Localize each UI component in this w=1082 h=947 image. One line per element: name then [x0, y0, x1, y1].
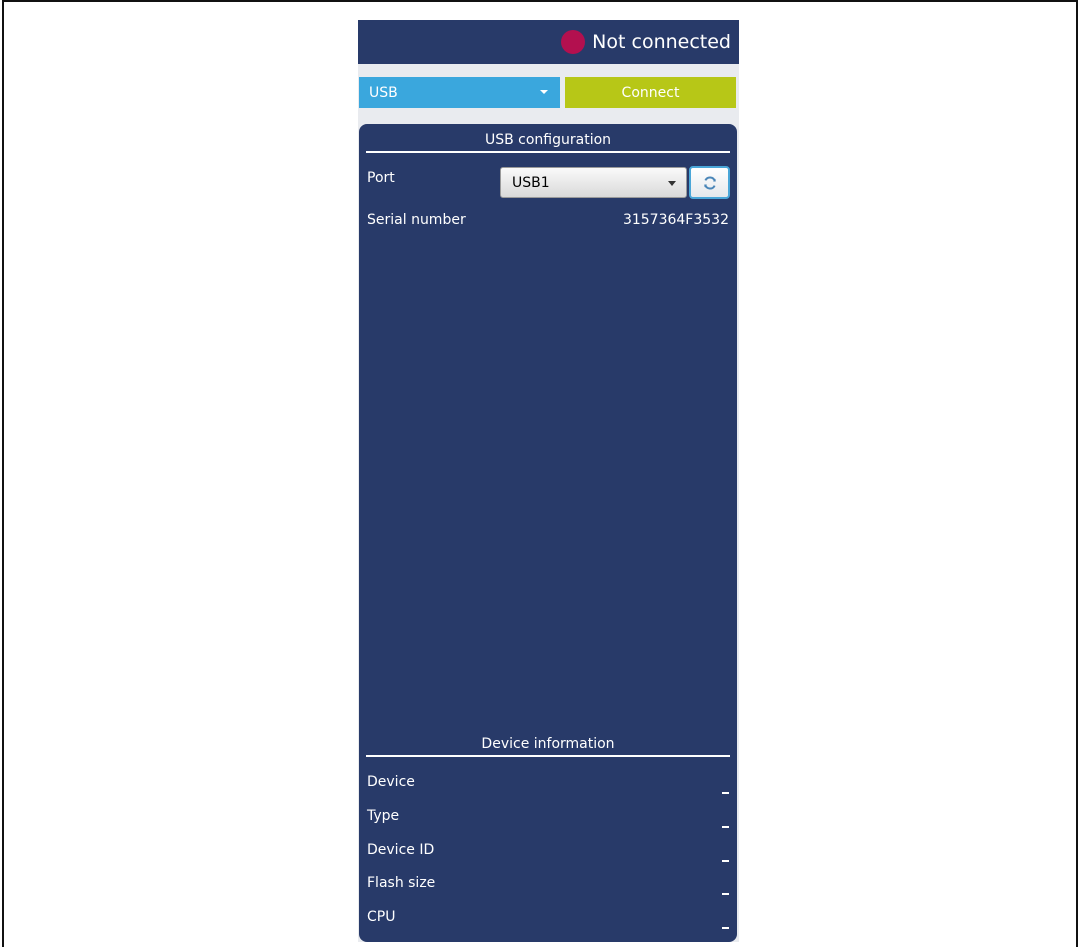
port-label: Port [367, 170, 395, 186]
serial-number-value: 3157364F3532 [622, 212, 729, 228]
port-select[interactable]: USB1 [500, 167, 687, 198]
type-label: Type [367, 808, 400, 824]
device-information-divider [366, 755, 730, 757]
usb-configuration-title: USB configuration [484, 132, 612, 148]
connection-row: USB Connect [358, 77, 739, 108]
cpu-label: CPU [367, 909, 396, 925]
type-value [722, 826, 729, 828]
connect-button[interactable]: Connect [565, 77, 736, 108]
device-label: Device [367, 774, 415, 790]
serial-number-label: Serial number [367, 212, 466, 228]
refresh-button[interactable] [689, 166, 730, 199]
device-id-value [722, 860, 729, 862]
connection-panel: Not connected USB Connect USB configurat… [358, 20, 739, 942]
usb-configuration-divider [366, 151, 730, 153]
refresh-icon [703, 175, 716, 190]
status-indicator-icon [561, 30, 586, 54]
device-information-title: Device information [481, 736, 615, 752]
device-id-label: Device ID [367, 842, 435, 858]
status-bar: Not connected [358, 20, 739, 64]
flash-size-label: Flash size [367, 875, 436, 891]
connection-type-select[interactable]: USB [359, 77, 560, 108]
port-select-value: USB1 [512, 174, 550, 191]
cpu-value [722, 927, 729, 929]
connection-type-value: USB [369, 84, 398, 101]
device-value [722, 792, 729, 794]
connect-button-label: Connect [621, 84, 680, 101]
connection-status-text: Not connected [592, 31, 731, 53]
chevron-down-icon [540, 90, 548, 94]
flash-size-value [722, 893, 729, 895]
usb-configuration-box: USB configuration Port USB1 Serial numbe… [359, 124, 737, 942]
chevron-down-icon [668, 181, 676, 186]
